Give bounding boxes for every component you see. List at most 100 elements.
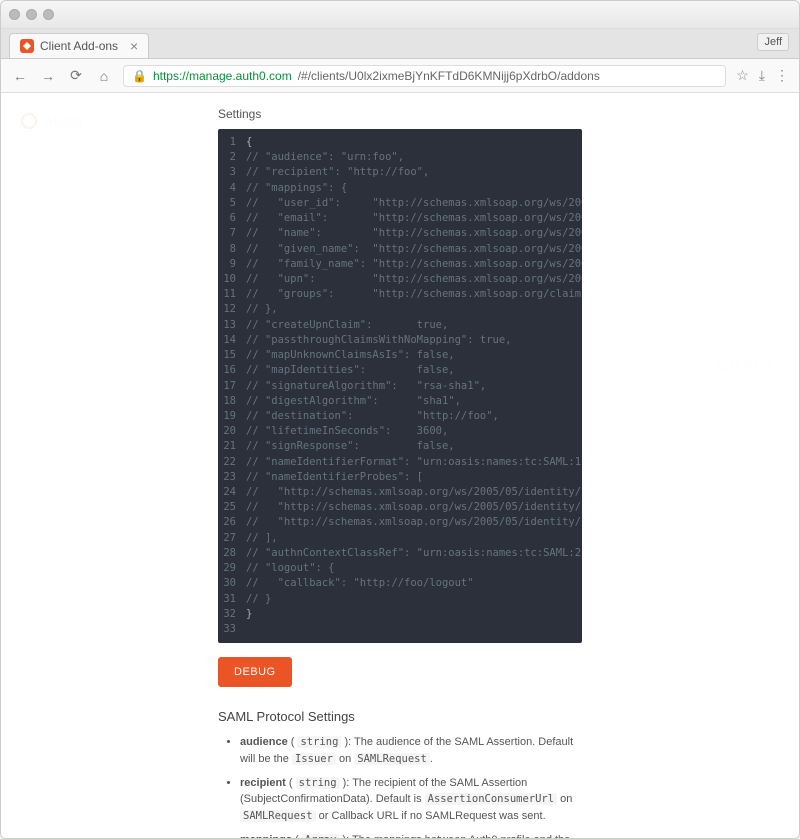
code-line: 32} <box>218 607 582 622</box>
line-number: 25 <box>218 500 246 515</box>
menu-icon[interactable]: ⋮ <box>775 67 789 84</box>
doc-item: mappings ( Array ): The mappings between… <box>240 832 582 838</box>
code-line: 7// "name": "http://schemas.xmlsoap.org/… <box>218 226 582 241</box>
code-content: // "family_name": "http://schemas.xmlsoa… <box>246 257 582 272</box>
code-line: 31// } <box>218 592 582 607</box>
code-content: // "recipient": "http://foo", <box>246 165 429 180</box>
code-line: 20// "lifetimeInSeconds": 3600, <box>218 424 582 439</box>
code-line: 1{ <box>218 135 582 150</box>
line-number: 23 <box>218 470 246 485</box>
user-chip[interactable]: Jeff <box>757 33 789 51</box>
line-number: 14 <box>218 333 246 348</box>
line-number: 16 <box>218 363 246 378</box>
window-minimize-dot[interactable] <box>26 9 37 20</box>
code-content: // "destination": "http://foo", <box>246 409 499 424</box>
addon-settings-panel: Settings 1{2// "audience": "urn:foo",3//… <box>200 93 600 838</box>
line-number: 33 <box>218 622 246 637</box>
tab-strip: Client Add-ons × Jeff <box>1 29 799 59</box>
doc-item: recipient ( string ): The recipient of t… <box>240 775 582 825</box>
url-path: /#/clients/U0lx2ixmeBjYnKFTdD6KMNijj6pXd… <box>298 69 600 83</box>
code-line: 13// "createUpnClaim": true, <box>218 318 582 333</box>
code-content: // "mappings": { <box>246 181 347 196</box>
nav-home-icon[interactable]: ⌂ <box>95 68 113 84</box>
nav-back-icon[interactable]: ← <box>11 68 29 84</box>
line-number: 21 <box>218 439 246 454</box>
code-line: 26// "http://schemas.xmlsoap.org/ws/2005… <box>218 515 582 530</box>
tab-close-icon[interactable]: × <box>130 38 138 54</box>
line-number: 5 <box>218 196 246 211</box>
window-zoom-dot[interactable] <box>43 9 54 20</box>
code-line: 15// "mapUnknownClaimsAsIs": false, <box>218 348 582 363</box>
code-content: // "signatureAlgorithm": "rsa-sha1", <box>246 379 486 394</box>
code-content: // "groups": "http://schemas.xmlsoap.org… <box>246 287 582 302</box>
code-line: 16// "mapIdentities": false, <box>218 363 582 378</box>
code-line: 3// "recipient": "http://foo", <box>218 165 582 180</box>
code-line: 19// "destination": "http://foo", <box>218 409 582 424</box>
line-number: 29 <box>218 561 246 576</box>
code-content: // "user_id": "http://schemas.xmlsoap.or… <box>246 196 582 211</box>
code-line: 17// "signatureAlgorithm": "rsa-sha1", <box>218 379 582 394</box>
code-content: // } <box>246 592 271 607</box>
code-content: // "mapUnknownClaimsAsIs": false, <box>246 348 455 363</box>
code-content: // }, <box>246 302 278 317</box>
line-number: 1 <box>218 135 246 150</box>
line-number: 18 <box>218 394 246 409</box>
settings-code-editor[interactable]: 1{2// "audience": "urn:foo",3// "recipie… <box>218 129 582 643</box>
code-content: // "signResponse": false, <box>246 439 455 454</box>
code-content: // "authnContextClassRef": "urn:oasis:na… <box>246 546 582 561</box>
nav-forward-icon[interactable]: → <box>39 68 57 84</box>
address-bar[interactable]: 🔒 https://manage.auth0.com/#/clients/U0l… <box>123 65 726 87</box>
tab-title: Client Add-ons <box>40 39 118 53</box>
window-titlebar <box>1 1 799 29</box>
browser-tab-active[interactable]: Client Add-ons × <box>9 33 149 58</box>
code-content: // "passthroughClaimsWithNoMapping": tru… <box>246 333 512 348</box>
code-line: 30// "callback": "http://foo/logout" <box>218 576 582 591</box>
line-number: 31 <box>218 592 246 607</box>
code-line: 27// ], <box>218 531 582 546</box>
line-number: 12 <box>218 302 246 317</box>
code-content: // "http://schemas.xmlsoap.org/ws/2005/0… <box>246 515 582 530</box>
line-number: 8 <box>218 242 246 257</box>
line-number: 11 <box>218 287 246 302</box>
code-content: // "lifetimeInSeconds": 3600, <box>246 424 448 439</box>
star-icon[interactable]: ☆ <box>736 67 749 84</box>
code-line: 22// "nameIdentifierFormat": "urn:oasis:… <box>218 455 582 470</box>
code-line: 5// "user_id": "http://schemas.xmlsoap.o… <box>218 196 582 211</box>
nav-reload-icon[interactable]: ⟳ <box>67 67 85 84</box>
line-number: 17 <box>218 379 246 394</box>
code-line: 25// "http://schemas.xmlsoap.org/ws/2005… <box>218 500 582 515</box>
window-close-dot[interactable] <box>9 9 20 20</box>
code-line: 24// "http://schemas.xmlsoap.org/ws/2005… <box>218 485 582 500</box>
line-number: 2 <box>218 150 246 165</box>
line-number: 19 <box>218 409 246 424</box>
line-number: 9 <box>218 257 246 272</box>
download-icon[interactable]: ⤓ <box>759 67 765 84</box>
line-number: 13 <box>218 318 246 333</box>
line-number: 27 <box>218 531 246 546</box>
code-content: } <box>246 607 252 622</box>
line-number: 3 <box>218 165 246 180</box>
window-controls <box>9 9 54 20</box>
lock-icon: 🔒 <box>132 69 147 83</box>
tab-favicon-icon <box>20 39 34 53</box>
line-number: 7 <box>218 226 246 241</box>
code-line: 10// "upn": "http://schemas.xmlsoap.org/… <box>218 272 582 287</box>
line-number: 20 <box>218 424 246 439</box>
line-number: 10 <box>218 272 246 287</box>
line-number: 32 <box>218 607 246 622</box>
code-line: 21// "signResponse": false, <box>218 439 582 454</box>
code-line: 8// "given_name": "http://schemas.xmlsoa… <box>218 242 582 257</box>
line-number: 22 <box>218 455 246 470</box>
code-line: 23// "nameIdentifierProbes": [ <box>218 470 582 485</box>
browser-toolbar: ← → ⟳ ⌂ 🔒 https://manage.auth0.com/#/cli… <box>1 59 799 93</box>
page-viewport: Auth0 Layer Settings 1{2// "audience": "… <box>1 93 799 838</box>
code-content: // "digestAlgorithm": "sha1", <box>246 394 461 409</box>
code-line: 4// "mappings": { <box>218 181 582 196</box>
line-number: 26 <box>218 515 246 530</box>
code-content: // "email": "http://schemas.xmlsoap.org/… <box>246 211 582 226</box>
line-number: 24 <box>218 485 246 500</box>
debug-button[interactable]: DEBUG <box>218 657 292 687</box>
code-content: // "callback": "http://foo/logout" <box>246 576 474 591</box>
code-content: // "given_name": "http://schemas.xmlsoap… <box>246 242 582 257</box>
line-number: 28 <box>218 546 246 561</box>
